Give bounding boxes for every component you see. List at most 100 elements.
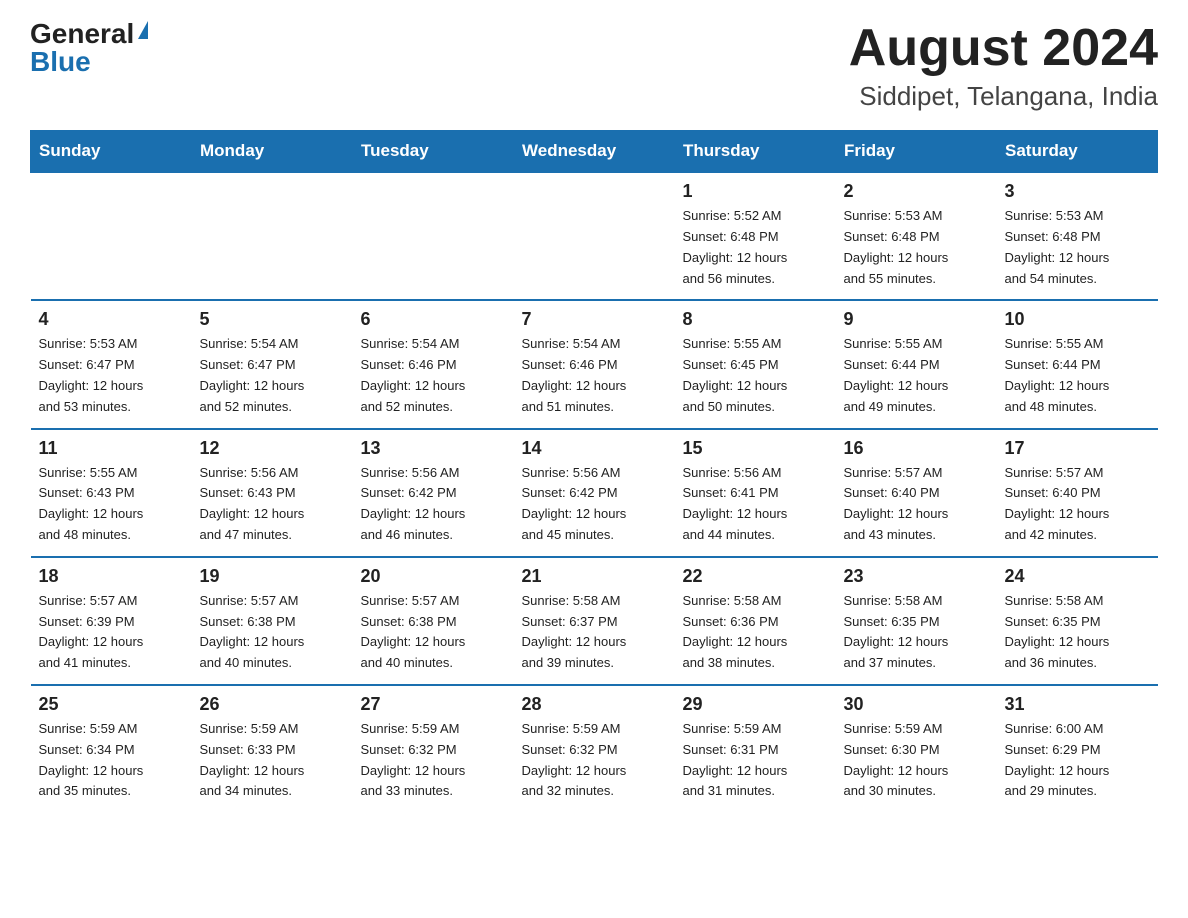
page-subtitle: Siddipet, Telangana, India	[849, 81, 1158, 112]
day-number: 26	[200, 694, 345, 715]
calendar-week-row: 25 Sunrise: 5:59 AM Sunset: 6:34 PM Dayli…	[31, 685, 1158, 812]
calendar-cell: 15 Sunrise: 5:56 AM Sunset: 6:41 PM Dayli…	[675, 429, 836, 557]
weekday-header-saturday: Saturday	[997, 131, 1158, 173]
calendar-cell: 19 Sunrise: 5:57 AM Sunset: 6:38 PM Dayli…	[192, 557, 353, 685]
day-info: Sunrise: 5:52 AM Sunset: 6:48 PM Dayligh…	[683, 206, 828, 289]
calendar-cell: 25 Sunrise: 5:59 AM Sunset: 6:34 PM Dayli…	[31, 685, 192, 812]
day-info: Sunrise: 5:56 AM Sunset: 6:43 PM Dayligh…	[200, 463, 345, 546]
calendar-week-row: 1Sunrise: 5:52 AM Sunset: 6:48 PM Daylig…	[31, 172, 1158, 300]
calendar-cell: 20Sunrise: 5:57 AM Sunset: 6:38 PM Dayli…	[353, 557, 514, 685]
day-info: Sunrise: 5:59 AM Sunset: 6:34 PM Dayligh…	[39, 719, 184, 802]
calendar-cell: 26 Sunrise: 5:59 AM Sunset: 6:33 PM Dayli…	[192, 685, 353, 812]
calendar-cell: 7 Sunrise: 5:54 AM Sunset: 6:46 PM Daylig…	[514, 300, 675, 428]
day-info: Sunrise: 5:55 AM Sunset: 6:44 PM Dayligh…	[1005, 334, 1150, 417]
day-number: 18	[39, 566, 184, 587]
day-info: Sunrise: 5:57 AM Sunset: 6:38 PM Dayligh…	[200, 591, 345, 674]
day-info: Sunrise: 5:54 AM Sunset: 6:47 PM Dayligh…	[200, 334, 345, 417]
calendar-week-row: 4Sunrise: 5:53 AM Sunset: 6:47 PM Daylig…	[31, 300, 1158, 428]
day-info: Sunrise: 5:59 AM Sunset: 6:31 PM Dayligh…	[683, 719, 828, 802]
day-info: Sunrise: 5:59 AM Sunset: 6:33 PM Dayligh…	[200, 719, 345, 802]
calendar-cell: 22Sunrise: 5:58 AM Sunset: 6:36 PM Dayli…	[675, 557, 836, 685]
day-number: 2	[844, 181, 989, 202]
calendar-cell: 3 Sunrise: 5:53 AM Sunset: 6:48 PM Daylig…	[997, 172, 1158, 300]
title-block: August 2024 Siddipet, Telangana, India	[849, 20, 1158, 112]
calendar-cell: 17 Sunrise: 5:57 AM Sunset: 6:40 PM Dayli…	[997, 429, 1158, 557]
calendar-cell: 30 Sunrise: 5:59 AM Sunset: 6:30 PM Dayli…	[836, 685, 997, 812]
day-number: 7	[522, 309, 667, 330]
day-info: Sunrise: 5:57 AM Sunset: 6:40 PM Dayligh…	[844, 463, 989, 546]
calendar-cell: 24 Sunrise: 5:58 AM Sunset: 6:35 PM Dayli…	[997, 557, 1158, 685]
calendar-cell: 28 Sunrise: 5:59 AM Sunset: 6:32 PM Dayli…	[514, 685, 675, 812]
day-info: Sunrise: 5:59 AM Sunset: 6:32 PM Dayligh…	[522, 719, 667, 802]
calendar-cell: 9 Sunrise: 5:55 AM Sunset: 6:44 PM Daylig…	[836, 300, 997, 428]
day-info: Sunrise: 5:58 AM Sunset: 6:36 PM Dayligh…	[683, 591, 828, 674]
calendar-cell: 27 Sunrise: 5:59 AM Sunset: 6:32 PM Dayli…	[353, 685, 514, 812]
day-info: Sunrise: 5:57 AM Sunset: 6:40 PM Dayligh…	[1005, 463, 1150, 546]
day-number: 30	[844, 694, 989, 715]
day-info: Sunrise: 5:59 AM Sunset: 6:32 PM Dayligh…	[361, 719, 506, 802]
day-number: 28	[522, 694, 667, 715]
weekday-header-tuesday: Tuesday	[353, 131, 514, 173]
day-number: 13	[361, 438, 506, 459]
day-number: 6	[361, 309, 506, 330]
day-info: Sunrise: 5:56 AM Sunset: 6:42 PM Dayligh…	[361, 463, 506, 546]
day-info: Sunrise: 5:58 AM Sunset: 6:37 PM Dayligh…	[522, 591, 667, 674]
day-number: 27	[361, 694, 506, 715]
day-info: Sunrise: 5:54 AM Sunset: 6:46 PM Dayligh…	[522, 334, 667, 417]
day-info: Sunrise: 5:58 AM Sunset: 6:35 PM Dayligh…	[844, 591, 989, 674]
calendar-cell: 6 Sunrise: 5:54 AM Sunset: 6:46 PM Daylig…	[353, 300, 514, 428]
calendar-cell	[353, 172, 514, 300]
calendar-cell: 31Sunrise: 6:00 AM Sunset: 6:29 PM Dayli…	[997, 685, 1158, 812]
calendar-week-row: 18 Sunrise: 5:57 AM Sunset: 6:39 PM Dayli…	[31, 557, 1158, 685]
calendar-cell: 11 Sunrise: 5:55 AM Sunset: 6:43 PM Dayli…	[31, 429, 192, 557]
day-number: 8	[683, 309, 828, 330]
day-number: 21	[522, 566, 667, 587]
calendar-cell: 16 Sunrise: 5:57 AM Sunset: 6:40 PM Dayli…	[836, 429, 997, 557]
day-number: 23	[844, 566, 989, 587]
day-info: Sunrise: 5:59 AM Sunset: 6:30 PM Dayligh…	[844, 719, 989, 802]
day-number: 14	[522, 438, 667, 459]
calendar-cell: 23 Sunrise: 5:58 AM Sunset: 6:35 PM Dayli…	[836, 557, 997, 685]
day-number: 25	[39, 694, 184, 715]
page-title: August 2024	[849, 20, 1158, 77]
day-number: 10	[1005, 309, 1150, 330]
day-number: 3	[1005, 181, 1150, 202]
day-number: 11	[39, 438, 184, 459]
page-header: General Blue August 2024 Siddipet, Telan…	[30, 20, 1158, 112]
logo-general-text: General	[30, 20, 134, 48]
day-number: 16	[844, 438, 989, 459]
day-info: Sunrise: 5:56 AM Sunset: 6:41 PM Dayligh…	[683, 463, 828, 546]
day-number: 29	[683, 694, 828, 715]
day-number: 19	[200, 566, 345, 587]
calendar-cell: 21 Sunrise: 5:58 AM Sunset: 6:37 PM Dayli…	[514, 557, 675, 685]
calendar-cell	[192, 172, 353, 300]
calendar-week-row: 11 Sunrise: 5:55 AM Sunset: 6:43 PM Dayli…	[31, 429, 1158, 557]
calendar-cell: 29 Sunrise: 5:59 AM Sunset: 6:31 PM Dayli…	[675, 685, 836, 812]
calendar-cell: 1Sunrise: 5:52 AM Sunset: 6:48 PM Daylig…	[675, 172, 836, 300]
day-number: 9	[844, 309, 989, 330]
weekday-header-sunday: Sunday	[31, 131, 192, 173]
day-info: Sunrise: 5:58 AM Sunset: 6:35 PM Dayligh…	[1005, 591, 1150, 674]
weekday-header-monday: Monday	[192, 131, 353, 173]
day-number: 5	[200, 309, 345, 330]
day-number: 24	[1005, 566, 1150, 587]
day-info: Sunrise: 5:55 AM Sunset: 6:45 PM Dayligh…	[683, 334, 828, 417]
day-info: Sunrise: 5:55 AM Sunset: 6:44 PM Dayligh…	[844, 334, 989, 417]
calendar-cell	[514, 172, 675, 300]
day-info: Sunrise: 5:56 AM Sunset: 6:42 PM Dayligh…	[522, 463, 667, 546]
calendar-header-row: SundayMondayTuesdayWednesdayThursdayFrid…	[31, 131, 1158, 173]
day-number: 17	[1005, 438, 1150, 459]
day-info: Sunrise: 5:55 AM Sunset: 6:43 PM Dayligh…	[39, 463, 184, 546]
day-number: 15	[683, 438, 828, 459]
calendar-cell: 2Sunrise: 5:53 AM Sunset: 6:48 PM Daylig…	[836, 172, 997, 300]
calendar-cell: 18 Sunrise: 5:57 AM Sunset: 6:39 PM Dayli…	[31, 557, 192, 685]
weekday-header-thursday: Thursday	[675, 131, 836, 173]
weekday-header-wednesday: Wednesday	[514, 131, 675, 173]
day-number: 12	[200, 438, 345, 459]
day-info: Sunrise: 5:53 AM Sunset: 6:48 PM Dayligh…	[1005, 206, 1150, 289]
day-info: Sunrise: 5:57 AM Sunset: 6:39 PM Dayligh…	[39, 591, 184, 674]
day-info: Sunrise: 5:54 AM Sunset: 6:46 PM Dayligh…	[361, 334, 506, 417]
calendar-cell: 5 Sunrise: 5:54 AM Sunset: 6:47 PM Daylig…	[192, 300, 353, 428]
logo: General Blue	[30, 20, 148, 76]
calendar-table: SundayMondayTuesdayWednesdayThursdayFrid…	[30, 130, 1158, 812]
